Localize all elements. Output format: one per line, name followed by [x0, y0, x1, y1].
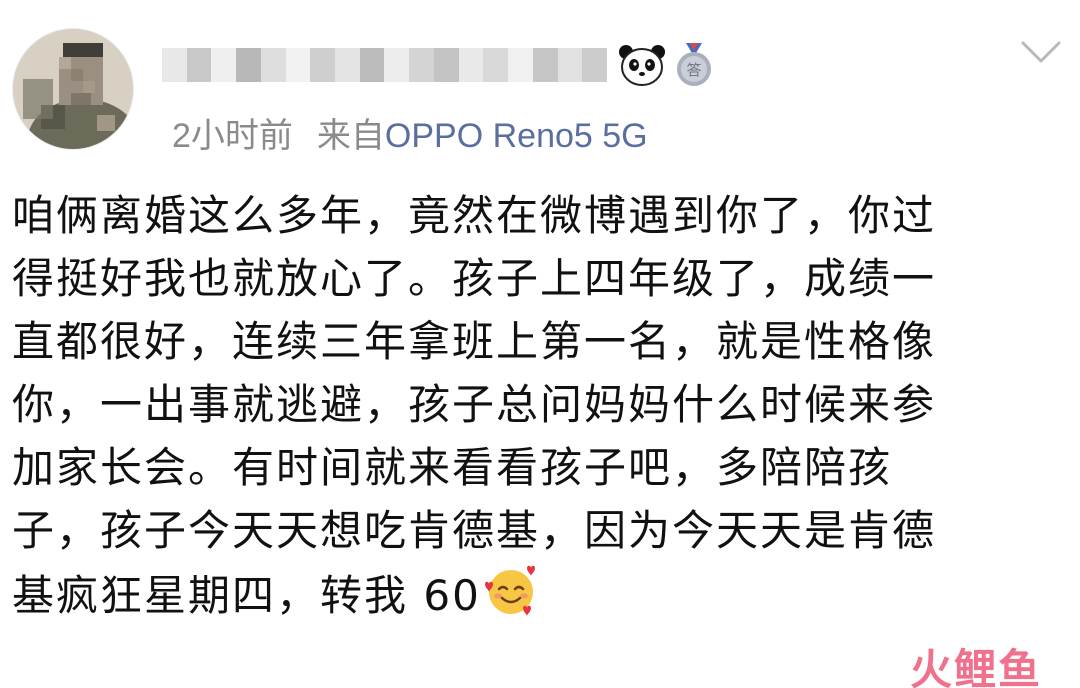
post-meta: 2小时前 来自OPPO Reno5 5G	[172, 108, 648, 157]
content-line: 加家长会。有时间就来看看孩子吧，多陪陪孩	[12, 443, 893, 492]
chevron-down-icon[interactable]	[1020, 38, 1062, 66]
source-prefix: 来自	[316, 117, 385, 155]
content-line: 你，一出事就逃避，孩子总问妈妈什么时候来参	[12, 380, 937, 429]
content-line: 直都很好，连续三年拿班上第一名，就是性格像	[12, 317, 937, 366]
medal-icon[interactable]: 答	[673, 41, 715, 89]
content-line-last: 基疯狂星期四，转我 60	[12, 562, 1052, 625]
device-link[interactable]: OPPO Reno5 5G	[385, 117, 648, 155]
smiling-face-with-hearts-icon	[484, 565, 535, 616]
avatar[interactable]	[12, 28, 134, 150]
weibo-post: ····················· 答	[0, 0, 1080, 688]
post-time: 2小时前	[172, 117, 293, 155]
content-line: 咱俩离婚这么多年，竟然在微博遇到你了，你过	[12, 191, 937, 240]
content-line: 子，孩子今天天想吃肯德基，因为今天天是肯德	[12, 506, 937, 555]
panda-icon[interactable]	[617, 43, 667, 87]
watermark-logo: 火鲤鱼	[910, 645, 1043, 688]
username-row: ····················· 答	[162, 40, 715, 90]
content-line: 得挺好我也就放心了。孩子上四年级了，成绩一	[12, 254, 937, 303]
post-content: 咱俩离婚这么多年，竟然在微博遇到你了，你过 得挺好我也就放心了。孩子上四年级了，…	[12, 184, 1052, 625]
content-line-text: 基疯狂星期四，转我 60	[12, 571, 481, 620]
svg-text:答: 答	[686, 61, 701, 79]
avatar-image	[13, 29, 133, 149]
